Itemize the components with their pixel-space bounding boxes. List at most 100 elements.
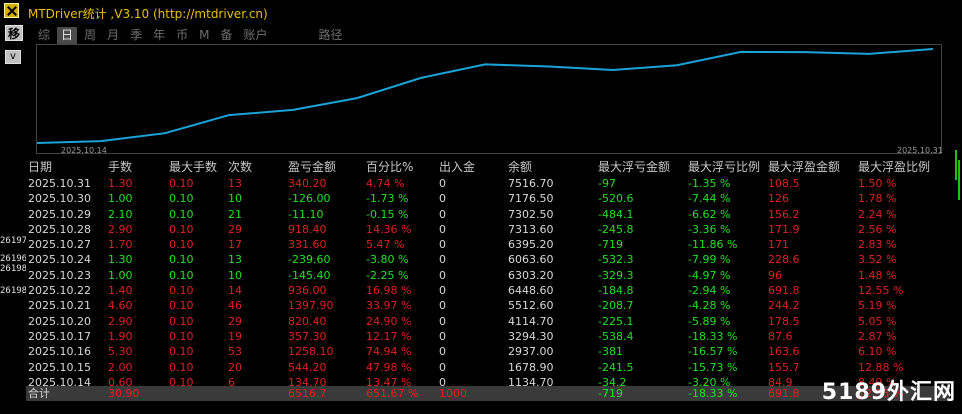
total-cell: 6516.7	[288, 387, 327, 400]
table-cell: 87.6	[768, 329, 793, 343]
column-header[interactable]: 最大浮盈比例	[858, 159, 930, 176]
table-cell: 1.90	[108, 329, 133, 343]
tab-10[interactable]: 路径	[315, 27, 347, 44]
table-cell: 17	[228, 238, 242, 252]
move-button[interactable]: 移	[5, 25, 23, 41]
tab-2[interactable]: 周	[80, 27, 100, 44]
table-cell: 0	[439, 329, 446, 343]
x-start-label: 2025.10.14	[61, 146, 107, 155]
table-cell: 0	[439, 253, 446, 267]
table-cell: 12.17 %	[366, 329, 412, 343]
tab-5[interactable]: 年	[149, 27, 169, 44]
table-cell: -241.5	[598, 360, 634, 374]
tab-3[interactable]: 月	[103, 27, 123, 44]
table-cell: 1397.90	[288, 299, 334, 313]
table-cell: 171.9	[768, 222, 800, 236]
table-row: 2025.10.23 1.00 0.10 10 -145.40 -2.25 % 0 6303.…	[28, 268, 950, 283]
table-cell: 5512.60	[508, 299, 554, 313]
table-cell: 0	[439, 238, 446, 252]
table-cell: 691.8	[768, 284, 800, 298]
table-cell: -0.15 %	[366, 207, 409, 221]
table-cell: 14	[228, 284, 242, 298]
watermark-logo: 5189外汇网	[821, 380, 956, 405]
total-cell: 合计	[28, 387, 50, 400]
table-cell: 0.10	[169, 314, 194, 328]
column-header[interactable]: 日期	[28, 159, 52, 176]
table-cell: 96	[768, 268, 782, 282]
table-cell: 820.40	[288, 314, 327, 328]
table-cell: -520.6	[598, 192, 634, 206]
panel-title: MTDriver统计 ,V3.10 (http://mtdriver.cn)	[28, 7, 268, 21]
table-cell: 340.20	[288, 177, 327, 190]
host-chart-edge	[955, 150, 960, 200]
column-header[interactable]: 最大手数	[169, 159, 217, 176]
table-cell: -11.86 %	[688, 238, 738, 252]
table-cell: 244.2	[768, 299, 800, 313]
table-cell: 2025.10.15	[28, 360, 91, 374]
table-cell: 228.6	[768, 253, 800, 267]
column-header[interactable]: 最大浮亏比例	[688, 159, 760, 176]
table-cell: 7176.50	[508, 192, 554, 206]
table-cell: 2025.10.21	[28, 299, 91, 313]
table-cell: 6063.60	[508, 253, 554, 267]
table-cell: -5.89 %	[688, 314, 731, 328]
column-header[interactable]: 次数	[228, 159, 252, 176]
table-cell: -245.8	[598, 222, 634, 236]
total-cell: 30.90	[108, 387, 140, 400]
table-cell: 13	[228, 253, 242, 267]
table-cell: -381	[598, 345, 623, 359]
table-cell: 2.87 %	[858, 329, 897, 343]
column-header[interactable]: 最大浮亏金额	[598, 159, 670, 176]
column-header[interactable]: 盈亏金额	[288, 159, 336, 176]
column-header[interactable]: 手数	[108, 159, 132, 176]
table-header: 日期 手数 最大手数 次数 盈亏金额 百分比% 出入金 余额 最大浮亏金额 最大浮亏比例 最大浮盈金…	[28, 159, 950, 176]
table-cell: 24.90 %	[366, 314, 412, 328]
table-cell: 0	[439, 360, 446, 374]
table-cell: 13	[228, 177, 242, 190]
table-cell: 0.10	[169, 207, 194, 221]
table-cell: 1258.10	[288, 345, 334, 359]
table-cell: 47.98 %	[366, 360, 412, 374]
table-cell: 5.30	[108, 345, 133, 359]
total-cell: 691.8	[768, 387, 800, 400]
table-cell: -1.73 %	[366, 192, 409, 206]
column-header[interactable]: 最大浮盈金额	[768, 159, 840, 176]
tab-0[interactable]: 综	[34, 27, 54, 44]
column-header[interactable]: 余额	[508, 159, 532, 176]
tab-7[interactable]: M	[195, 27, 213, 44]
table-cell: -7.99 %	[688, 253, 731, 267]
table-cell: 74.94 %	[366, 345, 412, 359]
tab-1[interactable]: 日	[57, 27, 78, 44]
table-cell: -538.4	[598, 329, 634, 343]
price-label: 26197	[0, 236, 28, 246]
stats-table: 日期 手数 最大手数 次数 盈亏金额 百分比% 出入金 余额 最大浮亏金额 最大浮亏比例 最大浮盈金…	[28, 159, 950, 405]
table-cell: 0.10	[169, 329, 194, 343]
table-cell: 2.56 %	[858, 222, 897, 236]
table-cell: 3.52 %	[858, 253, 897, 267]
close-icon[interactable]	[4, 3, 19, 18]
table-cell: 156.2	[768, 207, 800, 221]
column-header[interactable]: 出入金	[439, 159, 475, 176]
table-cell: 6395.20	[508, 238, 554, 252]
table-cell: 331.60	[288, 238, 327, 252]
table-cell: 0	[439, 268, 446, 282]
table-cell: 2025.10.16	[28, 345, 91, 359]
table-cell: 0	[439, 314, 446, 328]
table-cell: 6.10 %	[858, 345, 897, 359]
table-cell: 3294.30	[508, 329, 554, 343]
table-cell: 0.10	[169, 222, 194, 236]
collapse-button[interactable]: v	[5, 50, 21, 64]
table-cell: 2.00	[108, 360, 133, 374]
tab-4[interactable]: 季	[126, 27, 146, 44]
tab-8[interactable]: 备	[216, 27, 236, 44]
column-header[interactable]: 百分比%	[366, 159, 413, 176]
table-cell: 6303.20	[508, 268, 554, 282]
tab-9[interactable]: 账户	[239, 27, 271, 44]
table-cell: 4114.70	[508, 314, 554, 328]
tab-6[interactable]: 币	[172, 27, 192, 44]
table-cell: 6448.60	[508, 284, 554, 298]
x-end-label: 2025.10.31	[897, 146, 943, 155]
price-label: 26196	[0, 254, 28, 264]
table-cell: 2.83 %	[858, 238, 897, 252]
equity-line	[37, 48, 934, 144]
